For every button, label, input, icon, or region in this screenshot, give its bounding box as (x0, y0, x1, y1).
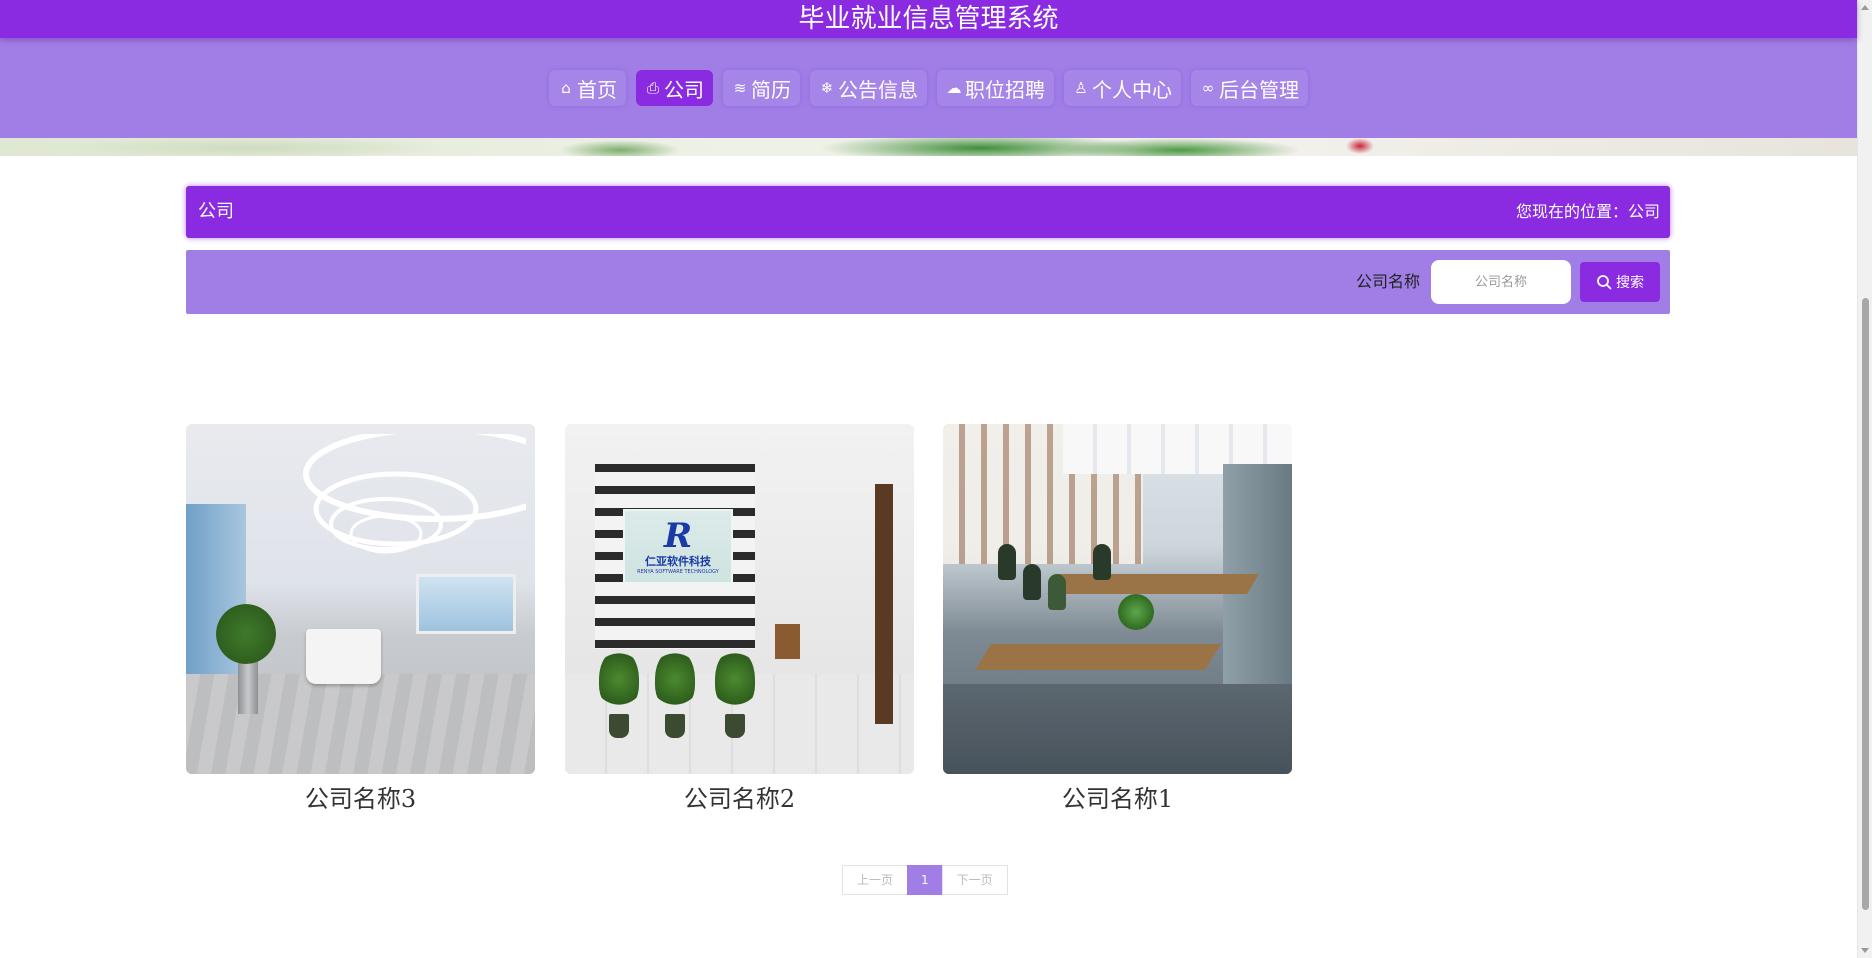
nav-item-label: 公司 (664, 77, 704, 102)
floor (943, 684, 1292, 774)
company-photo[interactable] (186, 424, 535, 774)
current-location: 您现在的位置：公司 (1515, 202, 1660, 221)
scroll-down-arrow-icon[interactable] (1861, 948, 1869, 953)
plant (599, 649, 639, 709)
ceiling-rings (303, 434, 526, 554)
person (1093, 544, 1111, 580)
page-number[interactable]: 1 (907, 865, 943, 895)
plant (216, 604, 276, 664)
logo-chinese-text: 仁亚软件科技 (645, 554, 711, 568)
printer-icon: ⎙ (646, 79, 659, 97)
section-title: 公司 (198, 201, 234, 222)
nav-band: ⌂ 首页 ⎙ 公司 ≋ 简历 ❄ 公告信息 ☁ 职位招聘 ♙ 个人中心 ∞ 后台… (0, 38, 1857, 138)
plant (715, 649, 755, 709)
app-title: 毕业就业信息管理系统 (0, 0, 1857, 38)
nav-item-resume[interactable]: ≋ 简历 (723, 70, 800, 106)
scrollbar[interactable] (1857, 0, 1872, 958)
scrollbar-thumb[interactable] (1862, 298, 1869, 910)
company-name-input[interactable] (1431, 260, 1571, 304)
cloud-icon: ☁ (946, 79, 962, 97)
plant (1118, 594, 1154, 630)
cabinet (775, 624, 800, 659)
nav-item-profile[interactable]: ♙ 个人中心 (1064, 70, 1181, 106)
company-card[interactable]: R 仁亚软件科技 RENYA SOFTWARE TECHNOLOGY 公司名称2 (565, 424, 914, 816)
breadcrumb: 公司 您现在的位置：公司 (186, 186, 1670, 238)
nav-item-home[interactable]: ⌂ 首页 (549, 70, 626, 106)
layers-icon: ≋ (733, 79, 747, 97)
nav-item-label: 个人中心 (1092, 77, 1172, 102)
company-photo[interactable] (943, 424, 1292, 774)
company-card[interactable]: 公司名称1 (943, 424, 1292, 816)
search-button-label: 搜索 (1616, 275, 1644, 291)
plant (655, 649, 695, 709)
logo-english-text: RENYA SOFTWARE TECHNOLOGY (637, 568, 719, 575)
desk (974, 644, 1222, 670)
plant-pot (609, 714, 629, 738)
page: 毕业就业信息管理系统 ⌂ 首页 ⎙ 公司 ≋ 简历 ❄ 公告信息 ☁ 职位招聘 (0, 0, 1872, 958)
plant-pot (725, 714, 745, 738)
person (998, 544, 1016, 580)
search-button[interactable]: 搜索 (1580, 262, 1660, 302)
company-name-label: 公司名称 (1355, 272, 1420, 291)
search-bar: 公司名称 搜索 (186, 250, 1670, 314)
next-page-button[interactable]: 下一页 (941, 865, 1008, 895)
company-logo-sign: R 仁亚软件科技 RENYA SOFTWARE TECHNOLOGY (623, 509, 733, 584)
nav-item-company[interactable]: ⎙ 公司 (636, 70, 713, 106)
prev-page-button[interactable]: 上一页 (842, 865, 909, 895)
reception-desk (306, 629, 381, 684)
banner-image (0, 138, 1857, 156)
nav-item-label: 简历 (751, 77, 791, 102)
person (1048, 574, 1066, 610)
person (1023, 564, 1041, 600)
door (875, 484, 893, 724)
user-icon: ♙ (1074, 79, 1088, 97)
company-card[interactable]: 公司名称3 (186, 424, 535, 816)
link-icon: ∞ (1201, 79, 1215, 97)
nav-item-label: 后台管理 (1219, 77, 1299, 102)
search-icon (1597, 275, 1612, 290)
desk (1047, 574, 1259, 594)
home-icon: ⌂ (561, 79, 571, 97)
nav-item-label: 职位招聘 (965, 77, 1045, 102)
nav-item-label: 公告信息 (838, 77, 918, 102)
scroll-up-arrow-icon[interactable] (1861, 5, 1869, 10)
window (416, 574, 516, 634)
nav-item-label: 首页 (577, 77, 617, 102)
nav-item-announcements[interactable]: ❄ 公告信息 (810, 70, 927, 106)
pagination: 上一页 1 下一页 (842, 865, 1008, 895)
main-nav: ⌂ 首页 ⎙ 公司 ≋ 简历 ❄ 公告信息 ☁ 职位招聘 ♙ 个人中心 ∞ 后台… (0, 70, 1857, 106)
company-name[interactable]: 公司名称1 (943, 782, 1292, 816)
nav-item-admin[interactable]: ∞ 后台管理 (1191, 70, 1308, 106)
company-photo[interactable]: R 仁亚软件科技 RENYA SOFTWARE TECHNOLOGY (565, 424, 914, 774)
nav-item-jobs[interactable]: ☁ 职位招聘 (937, 70, 1054, 106)
snowflake-icon: ❄ (820, 79, 834, 97)
company-name[interactable]: 公司名称2 (565, 782, 914, 816)
logo-letter: R (663, 515, 693, 556)
company-name[interactable]: 公司名称3 (186, 782, 535, 816)
plant-pot (665, 714, 685, 738)
